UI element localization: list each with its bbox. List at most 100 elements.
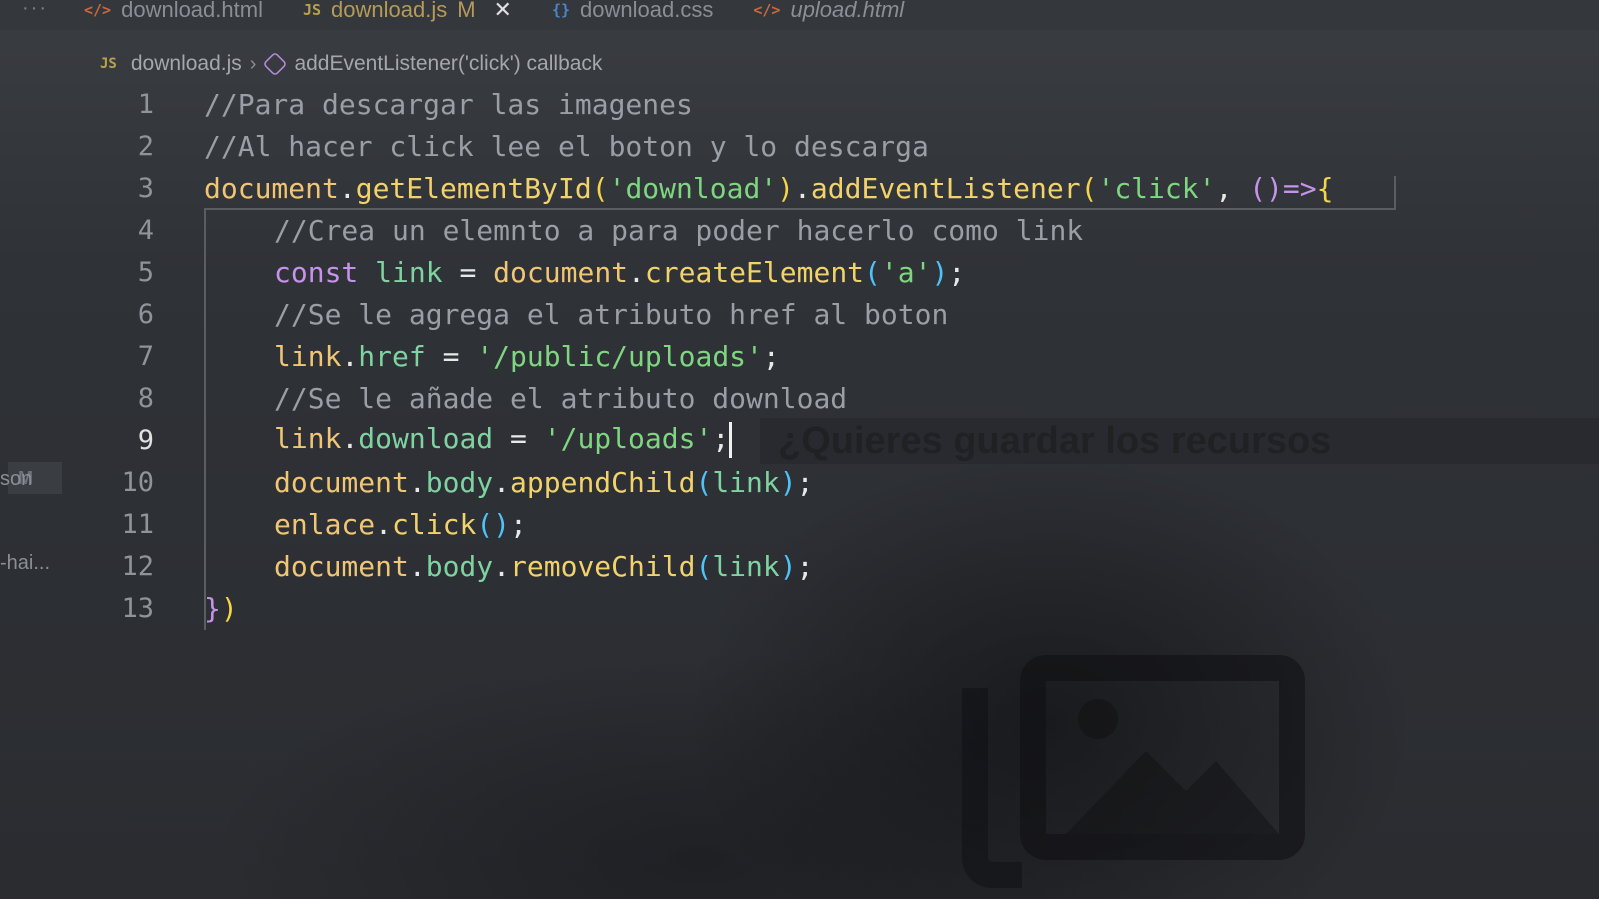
token-semicolon: ; <box>796 465 814 499</box>
line-number: 9 <box>137 424 154 456</box>
token-keyword: const <box>274 255 359 289</box>
token-paren: ) <box>777 171 795 205</box>
token-dot: . <box>628 255 645 289</box>
token-dot: . <box>493 465 511 499</box>
code-line: 13 }) <box>90 588 237 628</box>
token-object: document <box>493 255 629 289</box>
tab-label: download.js <box>331 0 448 22</box>
sidebar-item-hai[interactable]: -hai... <box>0 552 50 575</box>
token-paren: ( <box>695 465 713 499</box>
scope-outline-right <box>1394 176 1396 210</box>
html-file-icon: </> <box>753 1 781 19</box>
code-line: 8 //Se le añade el atributo download <box>90 378 847 418</box>
token-semicolon: ; <box>948 255 966 289</box>
css-file-icon: {} <box>551 1 571 19</box>
token-string: 'click' <box>1097 171 1216 205</box>
code-line: 3 document.getElementById('download').ad… <box>90 168 1334 208</box>
token-semicolon: ; <box>510 507 527 541</box>
token-function: createElement <box>644 255 865 289</box>
token-dot: . <box>375 507 393 541</box>
token-brace: { <box>1316 171 1334 205</box>
line-number: 1 <box>137 88 154 120</box>
token-object: enlace <box>274 507 376 541</box>
explorer-sidebar: M son -hai... <box>0 80 62 899</box>
code-line: 11 enlace.click(); <box>90 504 526 544</box>
token-function: click <box>392 507 477 541</box>
token-operator: = <box>442 255 494 289</box>
modified-badge: M <box>457 0 476 22</box>
line-number: 3 <box>137 172 154 204</box>
token-paren: ( <box>1080 171 1098 205</box>
code-line: 12 document.body.removeChild(link); <box>90 546 813 586</box>
token-paren: ( <box>695 549 713 583</box>
token-property: body <box>425 549 494 583</box>
breadcrumb: JS download.js › addEventListener('click… <box>100 48 602 80</box>
code-line-current: 9 link.download = '/uploads'; <box>90 420 733 460</box>
line-number: 5 <box>137 256 154 288</box>
token-function: addEventListener <box>810 171 1081 205</box>
token-semicolon: ; <box>762 339 780 373</box>
token-argument: link <box>712 465 780 499</box>
line-number: 7 <box>137 340 154 372</box>
text-cursor <box>729 422 733 458</box>
token-paren: ) <box>220 591 238 625</box>
tab-download-css[interactable]: {} download.css <box>538 0 739 25</box>
code-line: 10 document.body.appendChild(link); <box>90 462 813 502</box>
token-paren: () <box>476 507 511 541</box>
line-number: 10 <box>121 466 154 498</box>
tab-download-js[interactable]: JS download.js M ✕ <box>289 0 538 25</box>
tab-upload-html[interactable]: </> upload.html <box>739 0 930 25</box>
token-paren: ( <box>591 171 609 205</box>
more-tabs-icon[interactable]: ··· <box>0 0 70 20</box>
code-text: link.download = '/uploads'; <box>274 422 733 458</box>
token-string: '/uploads' <box>543 422 713 455</box>
sidebar-item-json[interactable]: son <box>0 468 32 491</box>
token-string: '/public/uploads' <box>476 339 763 373</box>
breadcrumb-symbol[interactable]: addEventListener('click') callback <box>294 52 602 76</box>
token-paren: ( <box>864 255 881 289</box>
line-number: 8 <box>137 382 154 414</box>
tab-label: download.css <box>580 0 714 22</box>
token-property: download <box>358 422 494 455</box>
code-text: document.body.removeChild(link); <box>274 550 813 583</box>
token-paren: ) <box>779 549 797 583</box>
close-tab-icon[interactable]: ✕ <box>494 0 512 23</box>
token-operator: = <box>493 422 544 455</box>
tab-label: upload.html <box>790 0 905 22</box>
line-number: 11 <box>121 508 154 540</box>
tab-bar: ··· </> download.html JS download.js M ✕… <box>0 0 1599 30</box>
token-variable: link <box>375 255 443 289</box>
token-paren: ) <box>779 465 797 499</box>
html-file-icon: </> <box>84 1 112 19</box>
js-file-icon: JS <box>302 1 322 19</box>
token-paren: ) <box>931 255 949 289</box>
breadcrumb-file[interactable]: download.js <box>131 52 242 76</box>
code-text: }) <box>204 592 238 625</box>
line-number: 13 <box>121 592 154 624</box>
comment: //Al hacer click lee el boton y lo desca… <box>204 129 929 163</box>
token-dot: . <box>408 465 426 499</box>
method-symbol-icon <box>262 51 288 77</box>
comment: //Para descargar las imagenes <box>204 87 693 121</box>
token-function: removeChild <box>510 549 696 583</box>
token-object: document <box>274 549 409 583</box>
token-argument: link <box>712 549 780 583</box>
code-line: 5 const link = document.createElement('a… <box>90 252 965 292</box>
token-dot: . <box>338 171 356 205</box>
token-operator: = <box>425 339 477 373</box>
code-text: document.getElementById('download').addE… <box>204 172 1334 205</box>
comment: //Se le añade el atributo download <box>274 381 848 415</box>
comment: //Crea un elemnto a para poder hacerlo c… <box>274 213 1084 247</box>
tab-download-html[interactable]: </> download.html <box>70 0 289 25</box>
token-string: 'download' <box>608 171 778 205</box>
code-text: document.body.appendChild(link); <box>274 466 813 499</box>
token-property: body <box>425 465 494 499</box>
code-text: enlace.click(); <box>274 508 527 541</box>
token-dot: . <box>341 339 359 373</box>
tab-label: download.html <box>121 0 263 22</box>
token-dot: . <box>341 422 359 455</box>
token-variable: link <box>274 422 342 455</box>
code-editor[interactable]: 1 //Para descargar las imagenes 2 //Al h… <box>90 84 1590 644</box>
image-frame-reflection <box>962 688 1022 888</box>
chevron-right-icon: › <box>249 52 257 75</box>
